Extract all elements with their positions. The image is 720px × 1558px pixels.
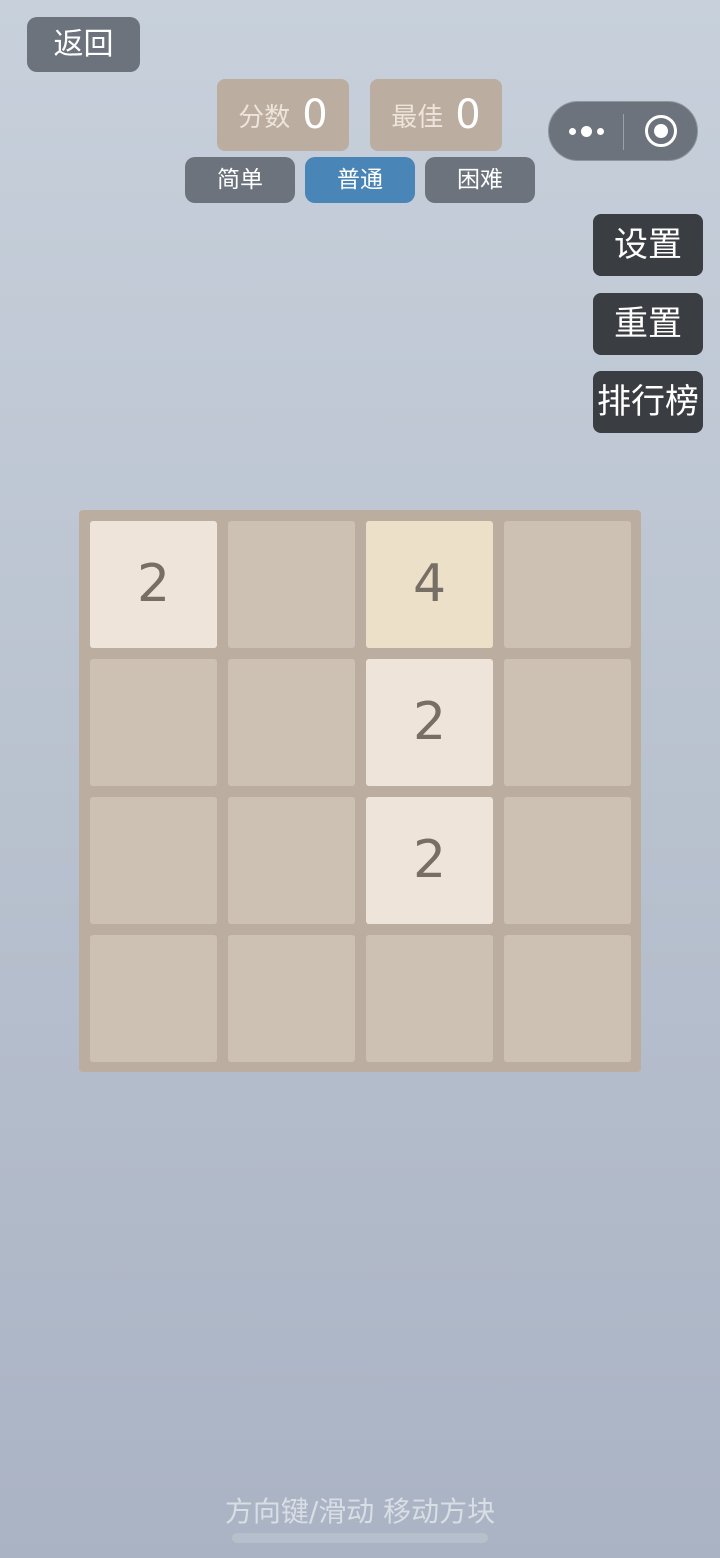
dot (596, 127, 604, 135)
home-indicator (232, 1533, 488, 1543)
empty-cell (228, 659, 355, 786)
mini-program-capsule (548, 101, 698, 161)
tile-4: 4 (366, 521, 493, 648)
empty-cell (90, 659, 217, 786)
reset-button[interactable]: 重置 (593, 293, 703, 355)
capsule-divider (623, 114, 624, 150)
mode-easy-button[interactable]: 简单 (185, 157, 295, 203)
empty-cell (228, 521, 355, 648)
mode-hard-button[interactable]: 困难 (425, 157, 535, 203)
best-score-label: 最佳 (391, 102, 444, 133)
empty-cell (504, 935, 631, 1062)
game-board[interactable]: 2422 (79, 510, 641, 1072)
back-button[interactable]: 返回 (27, 17, 140, 72)
more-dots-icon[interactable] (549, 102, 623, 160)
target-circle-icon[interactable] (645, 115, 677, 147)
empty-cell (90, 935, 217, 1062)
controls-hint: 方向键/滑动 移动方块 (224, 1495, 496, 1528)
mode-normal-button[interactable]: 普通 (305, 157, 415, 203)
dot (568, 127, 576, 135)
score-box: 分数 0 (217, 79, 349, 151)
best-score-value: 0 (455, 92, 481, 138)
tile-2: 2 (366, 659, 493, 786)
score-value: 0 (302, 92, 328, 138)
tile-2: 2 (90, 521, 217, 648)
empty-cell (504, 659, 631, 786)
empty-cell (228, 935, 355, 1062)
settings-button[interactable]: 设置 (593, 214, 703, 276)
score-label: 分数 (238, 102, 291, 133)
empty-cell (366, 935, 493, 1062)
empty-cell (228, 797, 355, 924)
empty-cell (90, 797, 217, 924)
dot (580, 125, 592, 137)
leaderboard-button[interactable]: 排行榜 (593, 371, 703, 433)
best-score-box: 最佳 0 (370, 79, 502, 151)
empty-cell (504, 521, 631, 648)
tile-2: 2 (366, 797, 493, 924)
empty-cell (504, 797, 631, 924)
